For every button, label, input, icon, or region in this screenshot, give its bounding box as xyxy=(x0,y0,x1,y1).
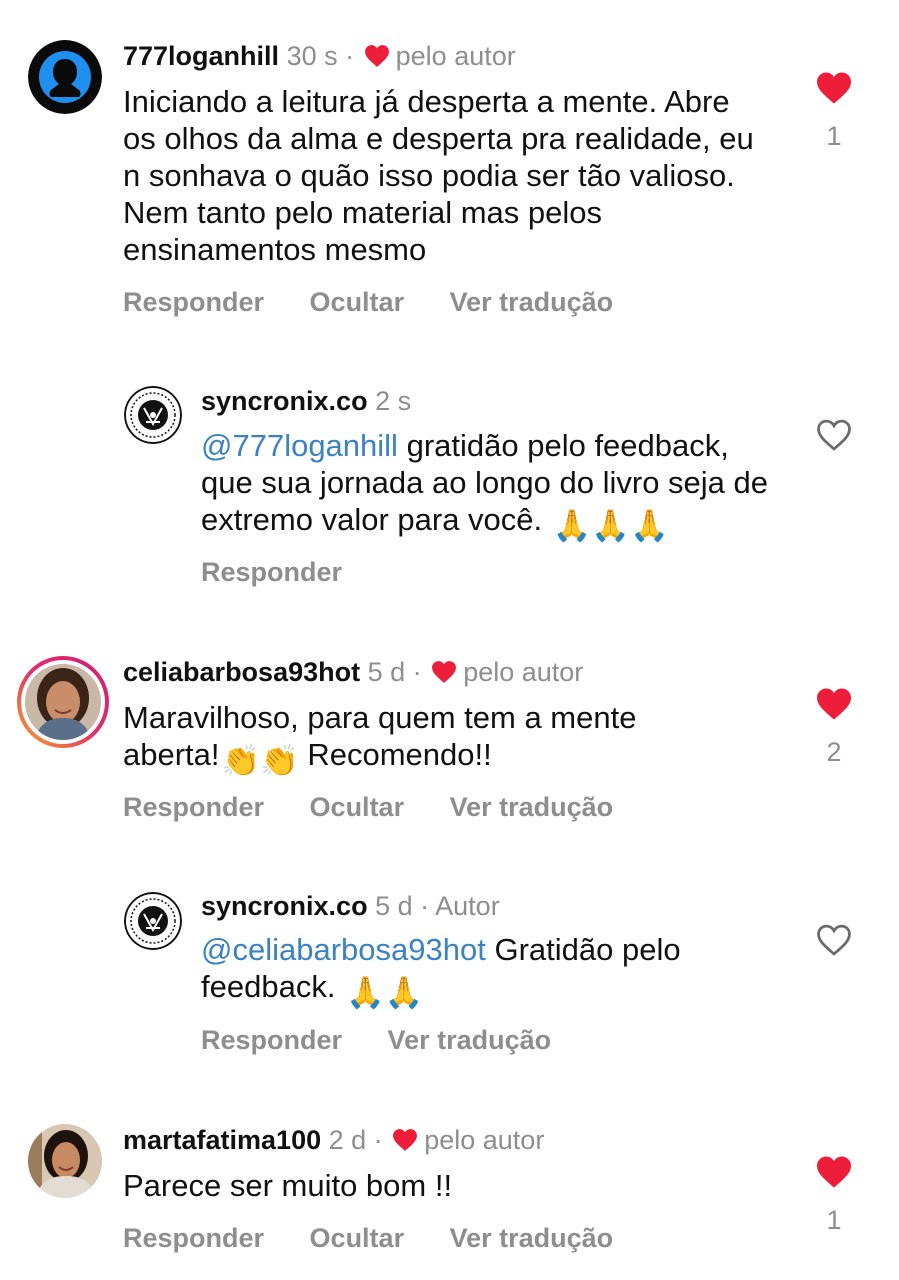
username[interactable]: 777loganhill xyxy=(123,41,279,71)
liked-by-author-label: pelo autor xyxy=(424,1125,545,1155)
comment-text: Parece ser muito bom !! xyxy=(123,1168,453,1203)
clapping-hands-emoji: 👏👏 xyxy=(221,743,299,778)
username[interactable]: martafatima100 xyxy=(123,1125,321,1155)
reply-button[interactable]: Responder xyxy=(123,286,264,318)
reply-button[interactable]: Responder xyxy=(123,791,264,823)
reply-button[interactable]: Responder xyxy=(123,1222,264,1254)
heart-filled-icon[interactable] xyxy=(815,1155,853,1189)
syncronix-logo-icon xyxy=(124,892,182,950)
see-translation-button[interactable]: Ver tradução xyxy=(450,1222,614,1254)
comment-header: 777loganhill 30 s · pelo autor xyxy=(123,40,516,72)
comment-actions: Responder Ver tradução xyxy=(201,1024,589,1056)
hide-button[interactable]: Ocultar xyxy=(310,286,405,318)
reply-syncronix-2: syncronix.co 5 d · Autor @celiabarbosa93… xyxy=(0,876,899,1076)
reply-syncronix: syncronix.co 2 s @777loganhill gratidão … xyxy=(0,370,899,610)
like-control: 1 xyxy=(804,71,864,152)
user-silhouette-icon xyxy=(28,40,102,114)
username[interactable]: celiabarbosa93hot xyxy=(123,657,360,687)
comment-text: Maravilhoso, para quem tem a mente abert… xyxy=(123,699,723,779)
like-control: 2 xyxy=(804,687,864,768)
like-control xyxy=(804,418,864,457)
heart-filled-icon[interactable] xyxy=(815,71,853,105)
heart-filled-icon xyxy=(364,45,389,67)
comment-header: syncronix.co 5 d · Autor xyxy=(201,890,500,922)
hide-button[interactable]: Ocultar xyxy=(310,791,405,823)
like-control xyxy=(804,923,864,962)
author-label: Autor xyxy=(435,891,500,921)
liked-by-author-label: pelo autor xyxy=(395,41,516,71)
comment-777loganhill: 777loganhill 30 s · pelo autor Iniciando… xyxy=(0,0,899,340)
praying-hands-emoji: 🙏🙏 xyxy=(346,975,424,1010)
like-count: 1 xyxy=(826,121,842,151)
username[interactable]: syncronix.co xyxy=(201,891,368,921)
separator-dot: · xyxy=(373,1125,383,1155)
praying-hands-emoji: 🙏🙏🙏 xyxy=(552,508,669,543)
heart-outline-icon[interactable] xyxy=(815,418,853,452)
see-translation-button[interactable]: Ver tradução xyxy=(450,791,614,823)
like-count: 2 xyxy=(826,737,842,767)
timestamp: 30 s xyxy=(286,41,338,71)
comment-header: syncronix.co 2 s xyxy=(201,385,411,417)
comment-actions: Responder Ocultar Ver tradução xyxy=(123,286,651,318)
avatar[interactable] xyxy=(124,386,182,444)
timestamp: 5 d xyxy=(375,891,413,921)
timestamp: 2 s xyxy=(375,386,412,416)
comment-actions: Responder Ocultar Ver tradução xyxy=(123,791,651,823)
like-count: 1 xyxy=(826,1205,842,1235)
heart-filled-icon xyxy=(432,661,457,683)
username[interactable]: syncronix.co xyxy=(201,386,368,416)
comment-text: Iniciando a leitura já desperta a mente.… xyxy=(123,84,754,267)
timestamp: 2 d xyxy=(328,1125,367,1155)
avatar[interactable] xyxy=(17,656,109,748)
avatar[interactable] xyxy=(124,892,182,950)
comment-actions: Responder Ocultar Ver tradução xyxy=(123,1222,651,1254)
heart-outline-icon[interactable] xyxy=(815,923,853,957)
timestamp: 5 d xyxy=(367,657,406,687)
comment-actions: Responder xyxy=(201,556,380,588)
separator-dot: · xyxy=(412,657,422,687)
comment-text: @celiabarbosa93hot Gratidão pelo feedbac… xyxy=(201,931,761,1011)
liked-by-author-label: pelo autor xyxy=(463,657,584,687)
hide-button[interactable]: Ocultar xyxy=(310,1222,405,1254)
comment-martafatima100: martafatima100 2 d · pelo autor Parece s… xyxy=(0,1108,899,1280)
see-translation-button[interactable]: Ver tradução xyxy=(450,286,614,318)
separator-dot: · xyxy=(420,891,430,921)
like-control: 1 xyxy=(804,1155,864,1236)
syncronix-logo-icon xyxy=(124,386,182,444)
comment-celiabarbosa93hot: celiabarbosa93hot 5 d · pelo autor Marav… xyxy=(0,640,899,860)
profile-photo-icon xyxy=(25,664,101,740)
avatar[interactable] xyxy=(28,40,102,114)
heart-filled-icon xyxy=(393,1129,418,1151)
comment-header: celiabarbosa93hot 5 d · pelo autor xyxy=(123,656,583,688)
heart-filled-icon[interactable] xyxy=(815,687,853,721)
comment-header: martafatima100 2 d · pelo autor xyxy=(123,1124,544,1156)
profile-photo-icon xyxy=(28,1124,102,1198)
comment-body-end: Recomendo!! xyxy=(307,737,492,772)
mention-link[interactable]: @777loganhill xyxy=(201,428,398,463)
reply-button[interactable]: Responder xyxy=(201,1024,342,1056)
avatar[interactable] xyxy=(28,1124,102,1198)
separator-dot: · xyxy=(345,41,355,71)
mention-link[interactable]: @celiabarbosa93hot xyxy=(201,932,486,967)
comment-text: @777loganhill gratidão pelo feedback, qu… xyxy=(201,427,781,544)
see-translation-button[interactable]: Ver tradução xyxy=(388,1024,552,1056)
reply-button[interactable]: Responder xyxy=(201,556,342,588)
